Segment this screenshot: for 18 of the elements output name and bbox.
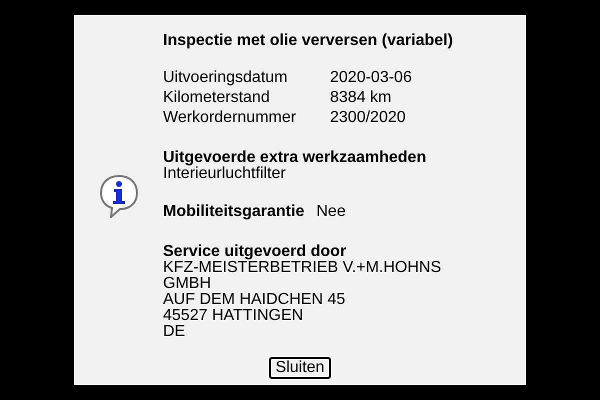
address-line: DE <box>163 324 186 340</box>
section-heading: Uitgevoerde extra werkzaamheden <box>163 150 428 166</box>
address-line: 45527 HATTINGEN <box>163 308 304 324</box>
section-heading: Service uitgevoerd door <box>163 244 348 260</box>
work-item: Interieurluchtfilter <box>163 166 287 182</box>
dialog-title: Inspectie met olie verversen (variabel) <box>163 31 454 51</box>
close-button[interactable]: Sluiten <box>268 357 332 379</box>
address-line: KFZ-MEISTERBETRIEB V.+M.HOHNS GMBH <box>163 260 442 292</box>
detail-value: 2020-03-06 <box>330 68 413 88</box>
info-icon <box>98 174 138 218</box>
mobility-label: Mobiliteitsgarantie <box>163 202 304 222</box>
detail-value: 2300/2020 <box>330 108 407 128</box>
detail-value: 8384 km <box>330 88 392 108</box>
detail-label: Kilometerstand <box>163 88 271 108</box>
address-line: AUF DEM HAIDCHEN 45 <box>163 292 346 308</box>
mobility-value: Nee <box>316 202 346 222</box>
detail-label: Werkordernummer <box>163 108 298 128</box>
detail-label: Uitvoeringsdatum <box>163 68 288 88</box>
